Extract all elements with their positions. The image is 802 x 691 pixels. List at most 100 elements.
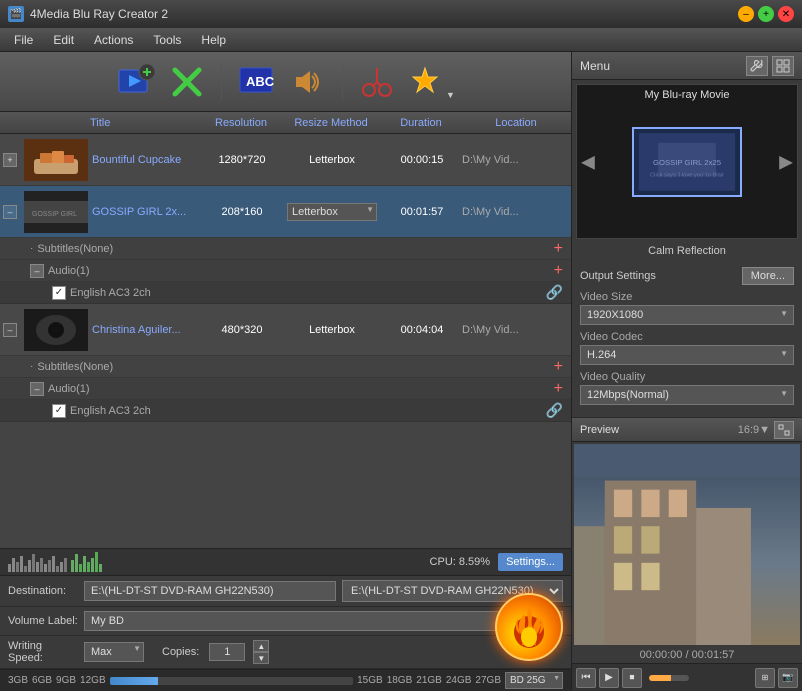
menu-file[interactable]: File [4,30,43,50]
menu-help[interactable]: Help [191,30,236,50]
expand-row-button[interactable]: – [3,323,17,337]
video-codec-row: Video Codec H.264 MPEG-2 [580,331,794,365]
menu-tools[interactable]: Tools [143,30,191,50]
audio-checkbox-2[interactable]: ✓ [52,404,66,418]
menu-prev-button[interactable]: ◀ [581,151,595,172]
add-audio-button-2[interactable]: + [546,380,571,398]
preview-controls: ⏮ ▶ ⏹ ⊞ 📷 [572,663,802,691]
header-location: Location [461,117,571,129]
more-button[interactable]: More... [742,267,794,285]
close-button[interactable]: ✕ [778,6,794,22]
disc-mark-6gb: 6GB [32,675,52,686]
subtitles-row: · Subtitles(None) + [0,238,571,260]
file-title[interactable]: GOSSIP GIRL 2x... [92,206,202,218]
app-icon: 🎬 [8,6,24,22]
table-row: – GOSSIP GIRL GOSSIP GIRL 2x... 208*160 [0,186,571,238]
file-location: D:\My Vid... [462,206,571,218]
toolbar-separator-1 [221,64,222,100]
file-resize-method: Letterbox [282,324,382,336]
add-subtitle-button-2[interactable]: + [546,358,571,376]
expand-audio-button-2[interactable]: – [30,382,44,396]
titlebar: 🎬 4Media Blu Ray Creator 2 – + ✕ [0,0,802,28]
output-settings-header: Output Settings More... [580,267,794,285]
copies-decrement[interactable]: ▼ [253,652,269,664]
file-resize-method[interactable]: Letterbox Pan&Scan Full Screen [282,203,382,221]
file-duration: 00:00:15 [382,154,462,166]
volume-slider[interactable] [649,675,689,681]
menu-next-button[interactable]: ▶ [779,151,793,172]
maximize-button[interactable]: + [758,6,774,22]
svg-text:GOSSIP GIRL: GOSSIP GIRL [32,211,77,218]
layout-button[interactable]: ⊞ [755,668,775,688]
snapshot-button[interactable]: 📷 [778,668,798,688]
play-to-start-button[interactable]: ⏮ [576,668,596,688]
preview-expand-button[interactable] [774,421,794,439]
audio-track-row-2: ✓ English AC3 2ch 🔗 [0,400,571,422]
burn-button-wrapper [495,593,563,661]
menu-edit[interactable]: Edit [43,30,84,50]
remove-button[interactable] [165,60,209,104]
video-codec-select[interactable]: H.264 MPEG-2 [580,345,794,365]
video-size-label: Video Size [580,291,794,303]
grid-icon-button[interactable] [772,56,794,76]
file-title[interactable]: Bountiful Cupcake [92,154,202,166]
effects-dropdown-button[interactable]: ▼ [443,60,459,104]
audio-checkbox[interactable]: ✓ [52,286,66,300]
copies-input[interactable] [209,643,245,661]
file-title[interactable]: Christina Aguiler... [92,324,202,336]
file-resolution: 1280*720 [202,154,282,166]
writing-speed-label: Writing Speed: [8,640,78,664]
table-row: – Christina Aguiler... 480*320 Letterbox… [0,304,571,356]
menu-thumbnail: GOSSIP GIRL 2x25 Click says 'I love you'… [632,127,742,197]
disc-type-select[interactable]: BD 25G [505,672,563,689]
menu-actions[interactable]: Actions [84,30,143,50]
cut-button[interactable] [355,60,399,104]
add-audio-button[interactable]: + [546,262,571,280]
header-resolution: Resolution [201,117,281,129]
video-size-row: Video Size 1920X1080 1280X720 [580,291,794,325]
file-info: GOSSIP GIRL 2x... 208*160 Letterbox Pan&… [92,203,571,221]
menu-header-icons [746,56,794,76]
toolbar-separator-2 [342,64,343,100]
volume-button[interactable] [286,60,330,104]
video-size-select-wrap: 1920X1080 1280X720 [580,305,794,325]
burn-button[interactable] [495,593,563,661]
resize-method-select[interactable]: Letterbox Pan&Scan Full Screen [287,203,377,221]
menu-section-title: Menu [580,59,746,73]
minimize-button[interactable]: – [738,6,754,22]
preview-ratio[interactable]: 16:9▼ [738,424,770,436]
file-resize-method: Letterbox [282,154,382,166]
add-video-button[interactable] [113,60,157,104]
effects-button[interactable] [407,60,443,104]
waveform [8,552,102,572]
edit-title-button[interactable]: ABC [234,60,278,104]
expand-row-button[interactable]: – [3,205,17,219]
writing-speed-row: Writing Speed: Max Copies: ▲ ▼ [0,636,571,669]
add-subtitle-button[interactable]: + [546,240,571,258]
edit-audio-button[interactable]: 🔗 [538,284,571,301]
settings-button[interactable]: Settings... [498,553,563,571]
disc-capacity-bar: 3GB 6GB 9GB 12GB 15GB 18GB 21GB 24GB 27G… [0,669,571,691]
video-quality-label: Video Quality [580,371,794,383]
video-size-select[interactable]: 1920X1080 1280X720 [580,305,794,325]
controls-row-wrapper: Writing Speed: Max Copies: ▲ ▼ [0,636,571,669]
disc-mark-15gb: 15GB [357,675,383,686]
volume-label-input[interactable] [84,611,563,631]
audio-track-label: English AC3 2ch [70,287,538,299]
thumbnail [24,309,88,351]
menu-section-header: Menu [572,52,802,80]
destination-input[interactable] [84,581,336,601]
video-quality-select[interactable]: 12Mbps(Normal) 25Mbps(High) [580,385,794,405]
stop-button[interactable]: ⏹ [622,668,642,688]
edit-audio-button-2[interactable]: 🔗 [538,402,571,419]
play-button[interactable]: ▶ [599,668,619,688]
effects-group: ▼ [407,60,459,104]
wrench-icon-button[interactable] [746,56,768,76]
svg-text:GOSSIP GIRL 2x25: GOSSIP GIRL 2x25 [653,157,721,166]
expand-row-button[interactable]: + [3,153,17,167]
disc-mark-12gb: 12GB [80,675,106,686]
copies-increment[interactable]: ▲ [253,640,269,652]
writing-speed-select[interactable]: Max [84,642,144,662]
expand-audio-button[interactable]: – [30,264,44,278]
cpu-usage: CPU: 8.59% [430,556,491,568]
